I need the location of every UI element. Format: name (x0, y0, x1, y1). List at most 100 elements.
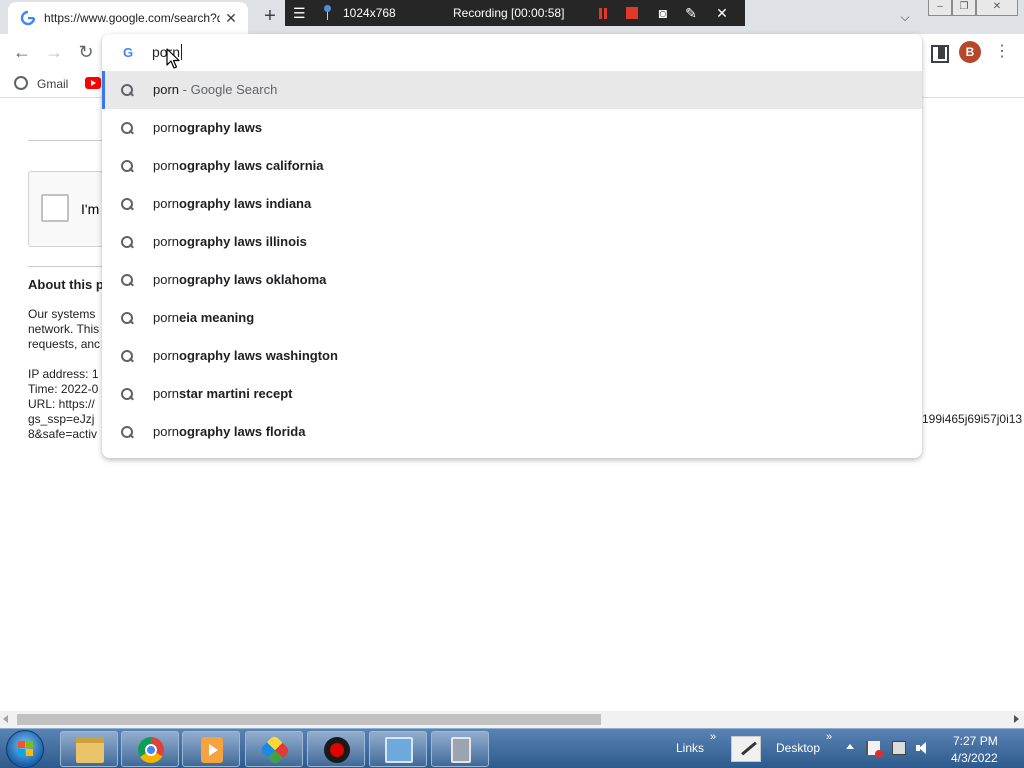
chevron-right-icon[interactable]: » (826, 731, 832, 743)
taskbar-recorder[interactable] (307, 731, 365, 767)
chevron-right-icon[interactable]: » (710, 731, 716, 743)
search-icon (120, 387, 134, 401)
reload-icon[interactable]: ↻ (74, 40, 98, 64)
stop-icon[interactable] (625, 0, 639, 26)
remote-desktop-icon (385, 737, 413, 763)
bookmark-gmail[interactable]: Gmail (14, 76, 68, 92)
suggestion-text: pornography laws california (153, 147, 324, 185)
recording-status: Recording [00:00:58] (453, 6, 565, 20)
suggestion-completion: ography laws florida (179, 424, 306, 439)
recording-size: 1024x768 (343, 6, 396, 20)
tab-title: https://www.google.com/search?q=porn (44, 11, 220, 25)
hamburger-icon[interactable]: ☰ (293, 0, 311, 26)
suggestion-item[interactable]: porneia meaning (102, 299, 922, 337)
clock-time[interactable]: 7:27 PM (953, 734, 998, 748)
paint-icon (259, 734, 291, 766)
arrow-left-icon[interactable]: ← (10, 40, 34, 64)
kebab-menu-icon[interactable]: ⋮ (990, 40, 1014, 64)
camera-icon[interactable]: ◙ (654, 0, 672, 26)
taskbar-file-explorer[interactable] (60, 731, 118, 767)
suggestion-typed: porn (153, 120, 180, 135)
windows-start-icon[interactable] (6, 730, 44, 768)
search-icon (120, 83, 134, 97)
network-icon[interactable] (892, 741, 906, 755)
suggestion-typed: porn (153, 196, 180, 211)
side-panel-icon[interactable] (926, 40, 950, 64)
action-center-flag-icon[interactable] (866, 741, 883, 758)
taskbar-media-player[interactable] (182, 731, 240, 767)
mouse-cursor-icon (166, 48, 180, 69)
globe-icon (14, 76, 28, 90)
close-window-icon[interactable]: ✕ (976, 0, 1018, 16)
suggestion-text: porn - Google Search (153, 71, 277, 109)
suggestion-completion: ography laws oklahoma (179, 272, 327, 287)
suggestion-item[interactable]: pornography laws (102, 109, 922, 147)
youtube-icon[interactable] (85, 77, 101, 89)
suggestion-item[interactable]: pornstar martini recept (102, 375, 922, 413)
windows-taskbar: Links » Desktop » 7:27 PM 4/3/2022 (0, 728, 1024, 768)
scroll-right-icon[interactable] (1014, 715, 1019, 723)
show-hidden-icons-icon[interactable] (846, 744, 854, 749)
recaptcha-label: I'm (81, 201, 100, 217)
suggestion-item[interactable]: pornography laws florida (102, 413, 922, 451)
suggestion-item[interactable]: pornography laws oklahoma (102, 261, 922, 299)
suggestion-typed: porn (153, 424, 180, 439)
suggestion-text: pornography laws (153, 109, 262, 147)
omnibox-dropdown: G porn porn - Google Search pornography … (102, 34, 922, 458)
search-icon (120, 425, 134, 439)
suggestion-completion: ography laws (179, 120, 263, 135)
suggestion-item[interactable]: pornography laws illinois (102, 223, 922, 261)
suggestion-item[interactable]: pornography laws washington (102, 337, 922, 375)
taskbar-paint[interactable] (245, 731, 303, 767)
screen-recorder-bar: ☰ 1024x768 Recording [00:00:58] ◙ ✎ ✕ (285, 0, 745, 26)
url-text-tail: 199i465j69i57j0i13 (922, 412, 1023, 426)
bookmark-label: Gmail (37, 77, 69, 91)
scrollbar-thumb[interactable] (17, 714, 601, 725)
close-tab-icon[interactable]: ✕ (222, 9, 240, 27)
taskbar-chrome[interactable] (121, 731, 179, 767)
chrome-icon (138, 737, 164, 763)
clock-date[interactable]: 4/3/2022 (951, 751, 998, 765)
recaptcha-checkbox[interactable] (41, 194, 69, 222)
volume-icon[interactable] (916, 741, 930, 755)
suggestion-text: pornography laws indiana (153, 185, 311, 223)
links-toolbar[interactable]: Links (676, 741, 704, 755)
address-bar-input[interactable]: porn (152, 44, 852, 62)
pin-icon[interactable] (321, 0, 333, 26)
new-tab-icon[interactable]: + (258, 5, 282, 29)
record-icon (324, 737, 350, 763)
horizontal-scrollbar[interactable] (0, 711, 1024, 728)
suggestion-typed: porn (153, 82, 180, 97)
arrow-right-icon[interactable]: → (42, 40, 66, 64)
body-text: network. This (28, 322, 100, 336)
suggestion-item[interactable]: porn - Google Search (102, 71, 922, 109)
suggestion-item[interactable]: pornography laws indiana (102, 185, 922, 223)
browser-tab[interactable]: https://www.google.com/search?q=porn ✕ (8, 2, 248, 34)
scroll-left-icon[interactable] (3, 715, 8, 723)
google-favicon-icon (20, 10, 36, 26)
text-caret (181, 44, 183, 60)
restore-icon[interactable]: ❐ (952, 0, 976, 16)
suggestion-text: pornography laws illinois (153, 223, 307, 261)
notepad-icon[interactable] (731, 736, 761, 762)
url-text: gs_ssp=eJzj (28, 412, 95, 426)
suggestion-text: pornstar martini recept (153, 375, 292, 413)
pen-icon[interactable]: ✎ (683, 0, 699, 26)
close-icon[interactable]: ✕ (715, 0, 729, 26)
body-text: Our systems (28, 307, 96, 321)
profile-avatar[interactable]: B (959, 41, 981, 63)
suggestion-typed: porn (153, 234, 180, 249)
suggestion-text: pornography laws oklahoma (153, 261, 326, 299)
taskbar-remote-desktop[interactable] (369, 731, 427, 767)
taskbar-server[interactable] (431, 731, 489, 767)
search-icon (120, 121, 134, 135)
desktop-toolbar[interactable]: Desktop (776, 741, 820, 755)
suggestion-item[interactable]: pornography laws california (102, 147, 922, 185)
minimize-icon[interactable]: – (928, 0, 952, 16)
server-icon (451, 737, 471, 763)
suggestion-completion: eia meaning (179, 310, 255, 325)
chevron-down-icon[interactable]: ⌵ (894, 6, 916, 28)
pause-icon[interactable] (597, 0, 609, 26)
suggestion-typed: porn (153, 348, 180, 363)
search-icon (120, 235, 134, 249)
